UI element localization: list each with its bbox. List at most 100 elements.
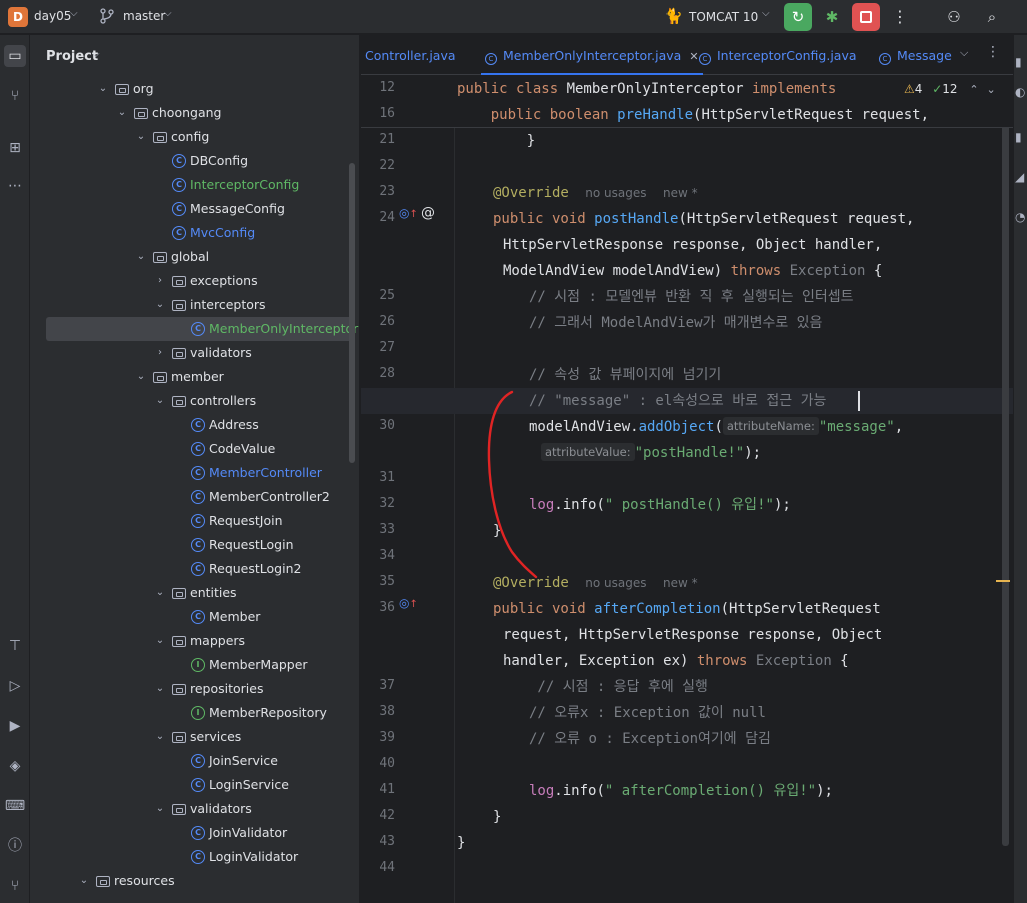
inspection-widget[interactable]: ⚠4 ✓12 ⌃ ⌄ (904, 82, 996, 96)
chevron-down-icon[interactable]: ⌄ (78, 869, 90, 893)
ai-assistant-icon[interactable]: ◔ (1015, 210, 1025, 224)
tree-item[interactable]: ⌄ mappers (30, 629, 359, 653)
usages-hint[interactable]: no usages (585, 186, 646, 200)
tree-item[interactable]: ⌄ choongang (30, 101, 359, 125)
folder-icon[interactable]: ▭ (4, 45, 26, 67)
build-icon[interactable]: ⊤ (4, 635, 26, 657)
stop-icon[interactable] (852, 3, 880, 31)
tree-item[interactable]: C MvcConfig (30, 221, 359, 245)
chevron-down-icon[interactable]: ⌄ (986, 83, 995, 96)
run-icon[interactable]: ▶ (4, 715, 26, 737)
tree-item[interactable]: I MemberRepository (30, 701, 359, 725)
chevron-down-icon[interactable]: ⌄ (154, 677, 166, 701)
branch-name[interactable]: master (123, 9, 165, 23)
more-horizontal-icon[interactable]: ⋯ (4, 175, 26, 197)
more-vertical-icon[interactable]: ⋮ (886, 3, 914, 31)
tree-item[interactable]: C InterceptorConfig (30, 173, 359, 197)
tree-item[interactable]: C RequestLogin2 (30, 557, 359, 581)
tree-item[interactable]: C LoginService (30, 773, 359, 797)
tree-item[interactable]: ⌄ config (30, 125, 359, 149)
tree-item[interactable]: ⌄ entities (30, 581, 359, 605)
chevron-down-icon[interactable]: ⌵ (960, 46, 968, 60)
tab-member-only-interceptor[interactable]: C MemberOnlyInterceptor.java ✕ (481, 35, 703, 75)
tab-interceptor-config[interactable]: C InterceptorConfig.java (699, 35, 857, 75)
tree-item[interactable]: C RequestLogin (30, 533, 359, 557)
tree-item[interactable]: ⌄ services (30, 725, 359, 749)
tree-item[interactable]: › exceptions (30, 269, 359, 293)
tree-item[interactable]: C MemberOnlyInterceptor (30, 317, 359, 341)
project-badge[interactable]: D (8, 7, 28, 27)
services-icon[interactable]: ▷ (4, 675, 26, 697)
chevron-down-icon[interactable]: ⌄ (154, 629, 166, 653)
search-icon[interactable]: ⌕ (978, 3, 1006, 31)
chevron-down-icon[interactable]: ⌄ (154, 725, 166, 749)
tree-item[interactable]: C MemberController2 (30, 485, 359, 509)
tree-item[interactable]: C JoinValidator (30, 821, 359, 845)
chevron-right-icon[interactable]: › (154, 269, 166, 293)
tree-item[interactable]: C LoginValidator (30, 845, 359, 869)
problems-icon[interactable]: ⓘ (4, 835, 26, 857)
code-editor[interactable]: 12 public class MemberOnlyInterceptor im… (361, 76, 1013, 903)
chevron-down-icon[interactable]: ⌵ (92, 49, 100, 60)
structure-icon[interactable]: ⊞ (4, 137, 26, 159)
author-hint[interactable]: new * (663, 576, 698, 590)
tree-item[interactable]: C Address (30, 413, 359, 437)
gradle-icon[interactable]: ◢ (1015, 170, 1024, 184)
layers-icon[interactable]: ◈ (4, 755, 26, 777)
terminal-icon[interactable]: ⌨ (4, 795, 26, 817)
tree-item[interactable]: C JoinService (30, 749, 359, 773)
warning-marker[interactable] (996, 580, 1010, 582)
chevron-up-icon[interactable]: ⌃ (969, 83, 978, 96)
chevron-down-icon[interactable]: ⌄ (154, 581, 166, 605)
chevron-down-icon[interactable]: ⌄ (154, 797, 166, 821)
more-vertical-icon[interactable]: ⋮ (986, 44, 1000, 60)
tab-controller[interactable]: Controller.java (365, 35, 456, 75)
chevron-down-icon[interactable]: ⌄ (97, 77, 109, 101)
rerun-icon[interactable]: ↻ (784, 3, 812, 31)
chevron-down-icon[interactable]: ⌄ (135, 245, 147, 269)
tree-item[interactable]: ⌄ global (30, 245, 359, 269)
tree-item[interactable]: › validators (30, 341, 359, 365)
author-hint[interactable]: new * (663, 186, 698, 200)
editor-scrollbar[interactable] (1002, 116, 1009, 846)
tree-item[interactable]: ⌄ repositories (30, 677, 359, 701)
tree-item[interactable]: C DBConfig (30, 149, 359, 173)
chevron-down-icon[interactable]: ⌵ (164, 8, 172, 19)
tree-item[interactable]: I MemberMapper (30, 653, 359, 677)
chevron-down-icon[interactable]: ⌵ (762, 8, 770, 19)
chevron-down-icon[interactable]: ⌄ (135, 125, 147, 149)
tree-item[interactable]: ⌄ interceptors (30, 293, 359, 317)
scrollbar[interactable] (349, 163, 355, 463)
tree-item[interactable]: ⌄ member (30, 365, 359, 389)
project-panel-title[interactable]: Project (46, 49, 98, 64)
notifications-icon[interactable]: ▮ (1015, 55, 1022, 69)
git-icon[interactable]: ⑂ (4, 875, 26, 897)
chevron-down-icon[interactable]: ⌄ (154, 389, 166, 413)
chevron-right-icon[interactable]: › (154, 341, 166, 365)
tab-message[interactable]: C Message (879, 35, 952, 75)
tree-item[interactable]: C MemberController (30, 461, 359, 485)
tree-item[interactable]: ⌄ controllers (30, 389, 359, 413)
maven-icon[interactable]: ▮ (1015, 130, 1022, 144)
project-name[interactable]: day05 (34, 9, 71, 23)
tree-item[interactable]: C MessageConfig (30, 197, 359, 221)
branch-icon[interactable] (100, 8, 114, 24)
tree-item[interactable]: ⌄ resources (30, 869, 359, 893)
database-icon[interactable]: ◐ (1015, 85, 1025, 99)
tree-item[interactable]: C CodeValue (30, 437, 359, 461)
close-icon[interactable]: ✕ (689, 50, 698, 63)
chevron-down-icon[interactable]: ⌄ (116, 101, 128, 125)
add-user-icon[interactable]: ⚇ (940, 3, 968, 31)
commit-icon[interactable]: ⑂ (4, 85, 26, 107)
chevron-down-icon[interactable]: ⌵ (70, 8, 78, 19)
chevron-down-icon[interactable]: ⌄ (135, 365, 147, 389)
run-config-name[interactable]: TOMCAT 10 (689, 10, 758, 24)
usages-hint[interactable]: no usages (585, 576, 646, 590)
comment: // 속성 값 뷰페이지에 넘기기 (529, 367, 722, 383)
debug-icon[interactable]: ✱ (818, 3, 846, 31)
chevron-down-icon[interactable]: ⌄ (154, 293, 166, 317)
tree-item[interactable]: ⌄ validators (30, 797, 359, 821)
tree-item[interactable]: ⌄ org (30, 77, 359, 101)
tree-item[interactable]: C RequestJoin (30, 509, 359, 533)
tree-item[interactable]: C Member (30, 605, 359, 629)
